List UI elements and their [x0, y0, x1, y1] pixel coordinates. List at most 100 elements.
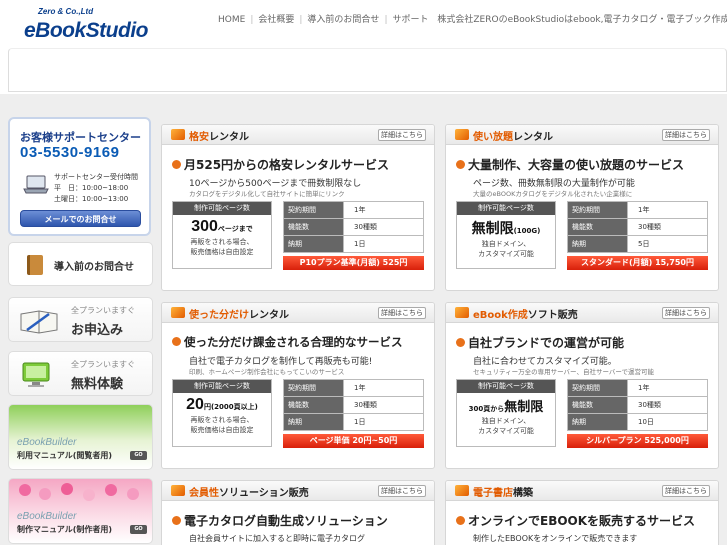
plan-price-badge[interactable]: P10プラン基準(月額) 525円 — [283, 256, 424, 270]
plan-card-ebook-store: 電子書店構築 詳細はこちら オンラインでEBOOKを販売するサービス 制作したE… — [445, 480, 719, 545]
card-title: eBook作成ソフト販売 — [473, 310, 578, 321]
plan-card-pay-per-use: 使った分だけレンタル 詳細はこちら 使った分だけ課金される合理的なサービス 自社… — [161, 302, 435, 469]
page-limit-header: 制作可能ページ数 — [457, 202, 555, 215]
creator-manual-button[interactable]: eBookBuilder 制作マニュアル(制作者用) GO — [8, 478, 153, 544]
manual-brand: eBookBuilder — [17, 511, 77, 522]
plan-price-badge[interactable]: シルバープラン 525,000円 — [567, 434, 708, 448]
site-logo[interactable]: eBookStudio — [24, 19, 149, 43]
support-phone: 03-5530-9169 — [20, 144, 120, 161]
page-limit-value: 無制限(100G) — [471, 220, 541, 236]
page-limit-value: 300ページまで — [191, 218, 253, 235]
card-header: 会員性ソリューション販売 詳細はこちら — [162, 481, 434, 501]
page-limit-header: 制作可能ページ数 — [457, 380, 555, 393]
viewer-manual-label: 利用マニュアル(閲覧者用) — [17, 451, 113, 460]
page-limit-header: 制作可能ページ数 — [173, 380, 271, 393]
bullet-icon — [456, 516, 465, 525]
free-trial-button[interactable]: 全プランいますぐ 無料体験 — [8, 351, 153, 396]
spec-table: 契約期間 1年 機能数 30種類 納期 10日 — [567, 379, 708, 431]
card-note: カタログをデジタル化して自社サイトに簡単にリンク — [189, 190, 345, 198]
top-navigation: HOME | 会社概要 | 導入前のお問合せ | サポート 株式会社ZEROのeBookSt… — [218, 12, 727, 25]
page-limit-value: 300頁から無制限 — [468, 399, 544, 414]
card-headline: 電子カタログ自動生成ソリューション — [172, 512, 388, 529]
spec-table: 契約期間 1年 機能数 30種類 納期 1日 — [283, 379, 424, 431]
card-subtitle: 制作したEBOOKをオンラインで販売できます — [473, 534, 638, 543]
flower-decoration — [61, 483, 73, 495]
banner-area — [8, 48, 727, 92]
apply-button[interactable]: 全プランいますぐ お申込み — [8, 297, 153, 342]
spec-row: 機能数 30種類 — [283, 396, 424, 414]
page-limit-note: 独自ドメイン、 カスタマイズ可能 — [478, 417, 534, 435]
nav-company[interactable]: 会社概要 — [258, 15, 294, 25]
monitor-icon — [22, 362, 50, 387]
flower-decoration — [19, 484, 31, 496]
nav-support[interactable]: サポート — [392, 15, 428, 25]
flag-icon — [171, 307, 185, 318]
notebook-icon — [27, 255, 43, 275]
site-tagline: 株式会社ZEROのeBookStudioはebook,電子カタログ・電子ブック作… — [437, 15, 727, 25]
plan-card-software-sales: eBook作成ソフト販売 詳細はこちら 自社ブランドでの運営が可能 自社に合わせ… — [445, 302, 719, 469]
creator-manual-label: 制作マニュアル(制作者用) — [17, 525, 113, 534]
spec-row: 納期 1日 — [283, 413, 424, 431]
flower-decoration — [83, 489, 95, 501]
go-badge: GO — [130, 451, 147, 460]
bullet-icon — [172, 160, 181, 169]
plan-card-cheap-rental: 格安レンタル 詳細はこちら 月525円からの格安レンタルサービス 10ページから… — [161, 124, 435, 291]
card-title: 使った分だけレンタル — [189, 310, 289, 321]
page-limit-note: 再販をされる場合、 販売価格は自由設定 — [190, 238, 254, 256]
card-headline: 使った分だけ課金される合理的なサービス — [172, 334, 403, 350]
flag-icon — [171, 485, 185, 496]
details-button[interactable]: 詳細はこちら — [378, 307, 426, 319]
pre-inquiry-button[interactable]: 導入前のお問合せ — [8, 242, 153, 286]
details-button[interactable]: 詳細はこちら — [378, 485, 426, 497]
card-header: 使い放題レンタル 詳細はこちら — [446, 125, 718, 145]
card-headline: オンラインでEBOOKを販売するサービス — [456, 512, 695, 529]
nav-inquiry[interactable]: 導入前のお問合せ — [307, 15, 379, 25]
viewer-manual-button[interactable]: eBookBuilder 利用マニュアル(閲覧者用) GO — [8, 404, 153, 470]
mail-inquiry-button[interactable]: メールでのお問合せ — [20, 210, 141, 227]
page-limit-header: 制作可能ページ数 — [173, 202, 271, 215]
support-hours-saturday: 土曜日：10:00~13:00 — [54, 195, 129, 203]
spec-row: 機能数 30種類 — [283, 218, 424, 236]
manual-brand: eBookBuilder — [17, 437, 77, 448]
plan-card-member-solution: 会員性ソリューション販売 詳細はこちら 電子カタログ自動生成ソリューション 自社… — [161, 480, 435, 545]
laptop-icon — [23, 175, 49, 194]
support-hours-title: サポートセンター受付時間 — [54, 173, 138, 181]
flower-decoration — [127, 488, 139, 500]
plan-price-badge[interactable]: スタンダード(月額) 15,750円 — [567, 256, 708, 270]
plan-price-badge[interactable]: ページ単価 20円~50円 — [283, 434, 424, 448]
support-center-box: お客様サポートセンター 03-5530-9169 サポートセンター受付時間 平 … — [8, 117, 151, 236]
page-limit-value: 20円(2000頁以上) — [186, 396, 258, 413]
details-button[interactable]: 詳細はこちら — [662, 485, 710, 497]
card-note: 印刷、ホームページ制作会社にもってこいのサービス — [189, 368, 345, 376]
card-title: 使い放題レンタル — [473, 132, 553, 143]
spec-table: 契約期間 1年 機能数 30種類 納期 5日 — [567, 201, 708, 253]
flag-icon — [171, 129, 185, 140]
spec-row: 機能数 30種類 — [567, 396, 708, 414]
pre-inquiry-label: 導入前のお問合せ — [54, 262, 134, 273]
details-button[interactable]: 詳細はこちら — [378, 129, 426, 141]
page-limit-box: 制作可能ページ数 300頁から無制限 独自ドメイン、 カスタマイズ可能 — [456, 379, 556, 447]
spec-row: 納期 1日 — [283, 235, 424, 253]
support-hours-weekday: 平 日：10:00~18:00 — [54, 184, 129, 192]
card-note: 大量のeBOOKカタログをデジタル化されたい企業様に — [473, 190, 633, 198]
page-limit-note: 独自ドメイン、 カスタマイズ可能 — [478, 240, 534, 258]
plan-card-unlimited-rental: 使い放題レンタル 詳細はこちら 大量制作、大容量の使い放題のサービス ページ数、… — [445, 124, 719, 291]
page-limit-note: 再販をされる場合、 販売価格は自由設定 — [190, 416, 254, 434]
flag-icon — [455, 129, 469, 140]
apply-small-label: 全プランいますぐ — [71, 306, 135, 315]
details-button[interactable]: 詳細はこちら — [662, 129, 710, 141]
trial-label: 無料体験 — [71, 377, 124, 392]
spec-row: 納期 5日 — [567, 235, 708, 253]
support-hours: サポートセンター受付時間 平 日：10:00~18:00 土曜日：10:00~1… — [54, 172, 138, 205]
card-title: 電子書店構築 — [473, 488, 533, 499]
nav-home[interactable]: HOME — [218, 15, 245, 25]
card-headline: 大量制作、大容量の使い放題のサービス — [456, 156, 684, 173]
page-limit-box: 制作可能ページ数 無制限(100G) 独自ドメイン、 カスタマイズ可能 — [456, 201, 556, 269]
details-button[interactable]: 詳細はこちら — [662, 307, 710, 319]
card-header: eBook作成ソフト販売 詳細はこちら — [446, 303, 718, 323]
card-headline: 月525円からの格安レンタルサービス — [172, 156, 389, 173]
open-book-icon — [20, 310, 58, 334]
card-note: セキュリティー万全の専用サーバー、自社サーバーで運営可能 — [473, 368, 655, 376]
page-limit-box: 制作可能ページ数 20円(2000頁以上) 再販をされる場合、 販売価格は自由設定 — [172, 379, 272, 447]
bullet-icon — [172, 337, 181, 346]
